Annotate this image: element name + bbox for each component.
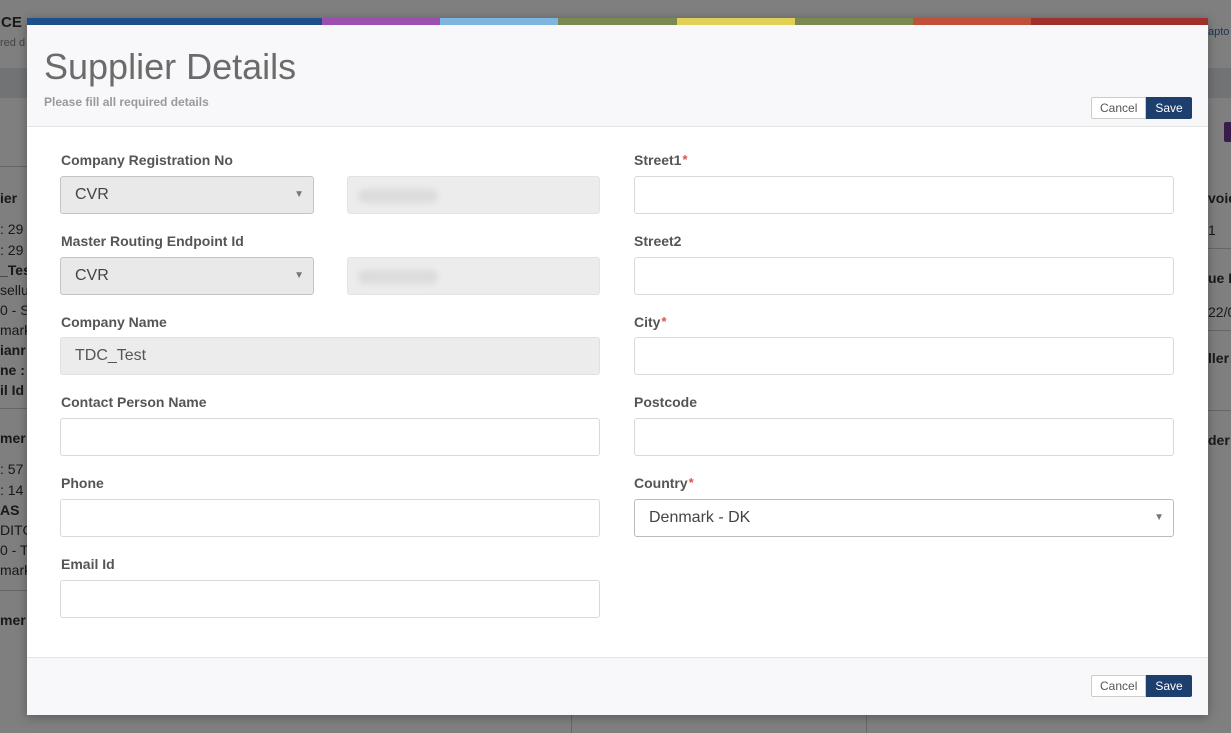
chevron-down-icon: ▼: [294, 270, 304, 281]
contact-person-name-label: Contact Person Name: [61, 394, 207, 410]
contact-person-name-input[interactable]: [60, 418, 600, 456]
master-routing-endpoint-id-label: Master Routing Endpoint Id: [61, 233, 244, 249]
postcode-label: Postcode: [634, 394, 698, 410]
email-id-label: Email Id: [61, 556, 115, 572]
email-id-input[interactable]: [60, 580, 600, 618]
accent-color-segment: [558, 18, 677, 25]
accent-color-segment: [677, 18, 795, 25]
accent-color-segment: [27, 18, 322, 25]
country-select[interactable]: Denmark - DK ▼: [634, 499, 1174, 537]
redacted-value: [358, 270, 438, 284]
required-asterisk: *: [661, 314, 667, 329]
street2-input[interactable]: [634, 257, 1174, 295]
accent-color-segment: [1031, 18, 1208, 25]
master-routing-endpoint-input[interactable]: [347, 257, 600, 295]
company-registration-number-input[interactable]: [347, 176, 600, 214]
phone-input[interactable]: [60, 499, 600, 537]
master-routing-type-select[interactable]: CVR ▼: [60, 257, 314, 295]
redacted-value: [358, 189, 438, 203]
postcode-input[interactable]: [634, 418, 1174, 456]
supplier-details-modal: Supplier Details Please fill all require…: [27, 18, 1208, 715]
company-name-input[interactable]: [60, 337, 600, 375]
footer-button-group: Cancel Save: [1091, 675, 1192, 697]
save-button[interactable]: Save: [1146, 675, 1192, 697]
company-registration-type-select[interactable]: CVR ▼: [60, 176, 314, 214]
required-asterisk: *: [682, 152, 688, 167]
street1-label: Street1*: [634, 152, 688, 168]
accent-color-segment: [440, 18, 558, 25]
country-label: Country*: [634, 475, 694, 491]
cancel-button[interactable]: Cancel: [1091, 675, 1147, 697]
modal-subtitle: Please fill all required details: [44, 95, 209, 109]
cancel-button[interactable]: Cancel: [1091, 97, 1147, 119]
country-select-value: Denmark - DK: [649, 509, 751, 526]
required-asterisk: *: [688, 475, 694, 490]
country-label-text: Country: [634, 475, 688, 491]
phone-label: Phone: [61, 475, 104, 491]
street1-input[interactable]: [634, 176, 1174, 214]
modal-footer: [27, 657, 1208, 715]
accent-color-segment: [795, 18, 913, 25]
company-name-label: Company Name: [61, 314, 167, 330]
city-label-text: City: [634, 314, 661, 330]
header-button-group: Cancel Save: [1091, 97, 1192, 119]
modal-header: Supplier Details Please fill all require…: [27, 25, 1208, 127]
street2-label: Street2: [634, 233, 682, 249]
accent-color-segment: [913, 18, 1031, 25]
city-input[interactable]: [634, 337, 1174, 375]
company-registration-type-value: CVR: [75, 186, 109, 203]
accent-color-segment: [322, 18, 440, 25]
master-routing-type-value: CVR: [75, 267, 109, 284]
chevron-down-icon: ▼: [294, 189, 304, 200]
chevron-down-icon: ▼: [1154, 512, 1164, 523]
accent-color-bar: [27, 18, 1208, 25]
city-label: City*: [634, 314, 667, 330]
save-button[interactable]: Save: [1146, 97, 1192, 119]
street1-label-text: Street1: [634, 152, 682, 168]
modal-title: Supplier Details: [44, 46, 297, 87]
company-registration-no-label: Company Registration No: [61, 152, 233, 168]
